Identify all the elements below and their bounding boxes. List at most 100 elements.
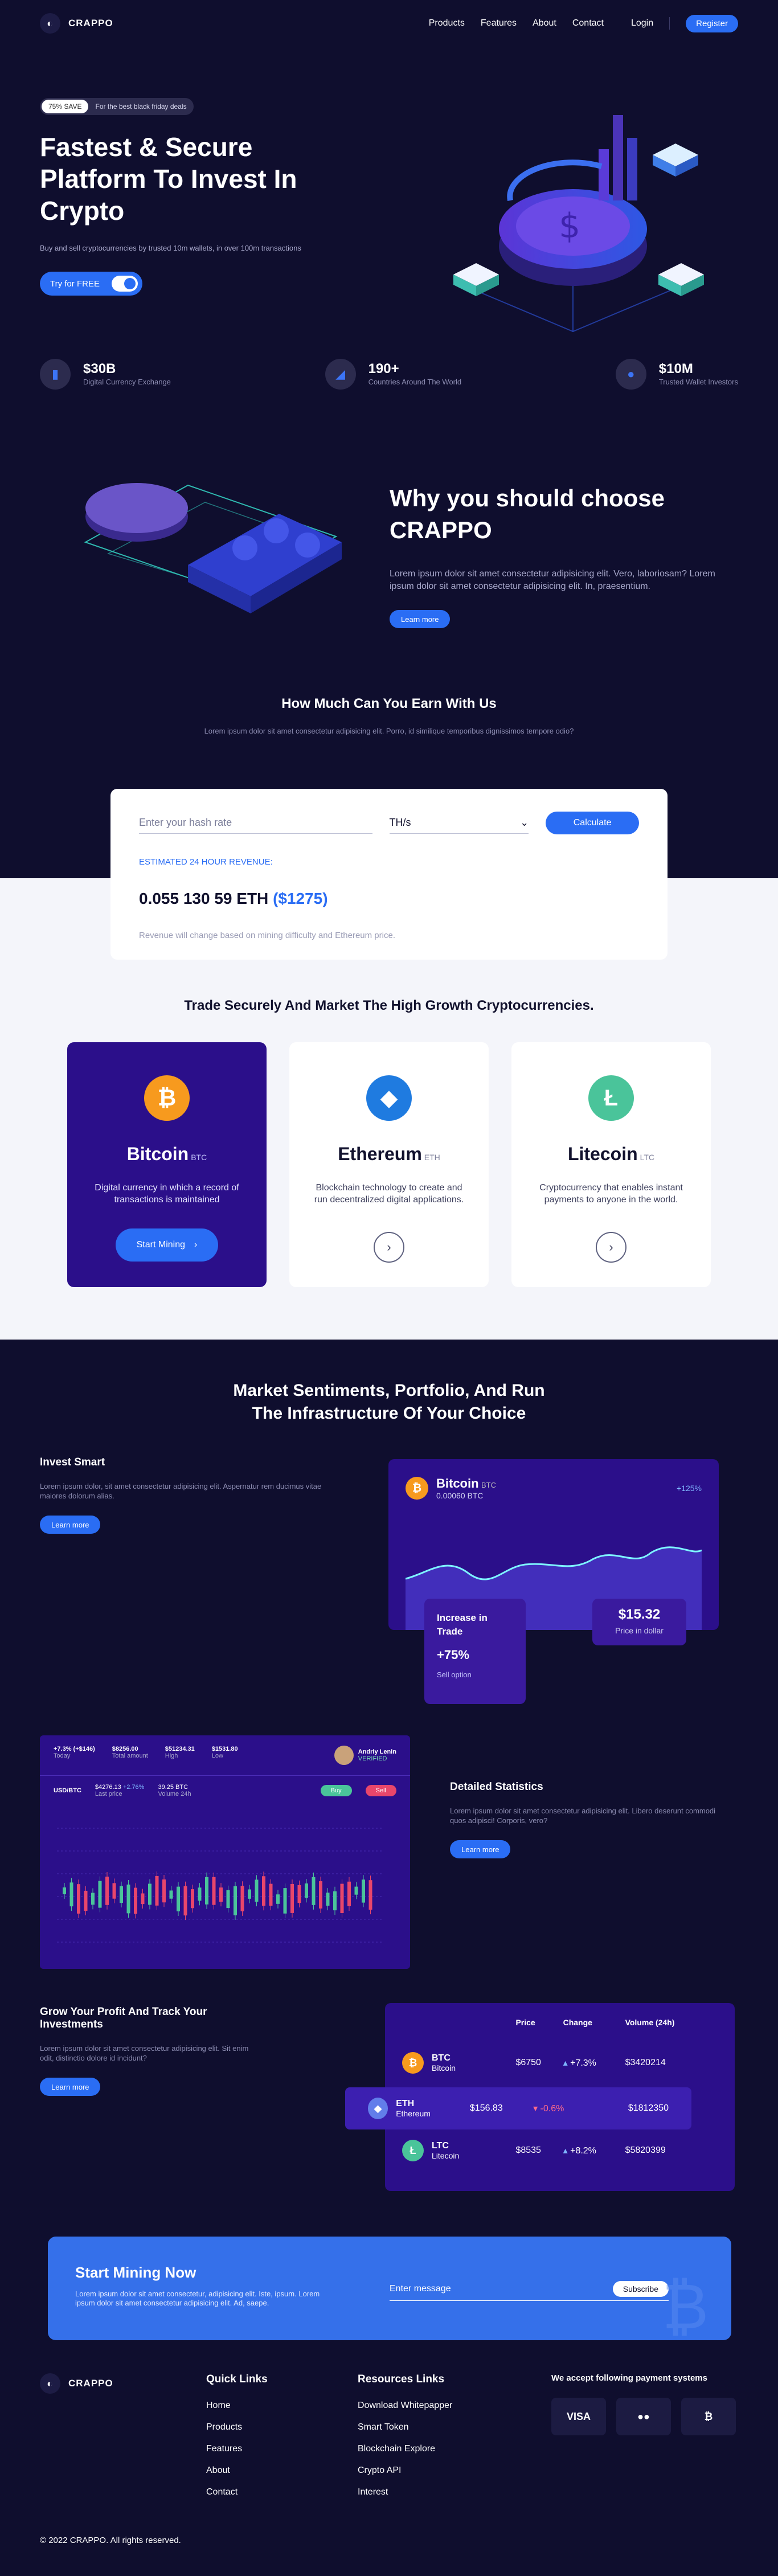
candlestick-chart: [57, 1828, 382, 1943]
login-link[interactable]: Login: [631, 18, 653, 28]
invest-learn-more-button[interactable]: Learn more: [40, 1516, 101, 1534]
candle: [262, 1876, 265, 1906]
arrow-right-icon[interactable]: ›: [374, 1232, 404, 1263]
calc-title: How Much Can You Earn With Us: [281, 696, 497, 711]
cta-text: Lorem ipsum dolor sit amet consectetur, …: [75, 2290, 320, 2307]
candle: [212, 1877, 216, 1905]
footer-link[interactable]: Download Whitepapper: [358, 2401, 452, 2411]
hash-rate-input[interactable]: Enter your hash rate: [139, 812, 372, 834]
invest-title: Invest Smart: [40, 1456, 105, 1468]
dash-low-label: Low: [211, 1752, 223, 1759]
card-desc: Blockchain technology to create and run …: [314, 1183, 464, 1205]
panel-amount: 0.00060 BTC: [436, 1491, 484, 1500]
candle: [177, 1886, 180, 1911]
nav-contact[interactable]: Contact: [572, 18, 604, 28]
footer-link[interactable]: Crypto API: [358, 2466, 452, 2476]
footer-link[interactable]: Blockchain Explore: [358, 2444, 452, 2454]
table-row[interactable]: ₿ BTC Bitcoin $6750 ▴ +7.3% $3420214: [402, 2041, 718, 2085]
dash-last-change: +2.76%: [122, 1784, 145, 1791]
footer-link[interactable]: Contact: [206, 2487, 268, 2497]
globe-icon: ◢: [325, 359, 356, 390]
user-icon: ●: [615, 359, 646, 390]
svg-text:$: $: [559, 206, 580, 246]
dash-total-label: Total amount: [112, 1752, 148, 1759]
candle: [105, 1877, 109, 1905]
stat-value: $30B: [83, 361, 116, 376]
try-free-button[interactable]: Try for FREE: [40, 272, 142, 296]
grow-learn-more-button[interactable]: Learn more: [40, 2078, 101, 2096]
mastercard-icon: ●●: [616, 2398, 671, 2435]
table-row-highlighted[interactable]: ◆ ETH Ethereum $156.83 ▾ -0.6% $1812350: [345, 2087, 691, 2129]
footer-link[interactable]: Products: [206, 2422, 268, 2432]
stats-learn-more-button[interactable]: Learn more: [450, 1840, 511, 1858]
visa-icon: VISA: [551, 2398, 606, 2435]
ethereum-icon: ◆: [368, 2098, 388, 2119]
stat-label: Trusted Wallet Investors: [658, 378, 738, 386]
candle: [234, 1886, 237, 1915]
footer-link[interactable]: Smart Token: [358, 2422, 452, 2432]
footer-logo[interactable]: ◐ CRAPPO: [40, 2373, 113, 2394]
why-section: Why you should choose CRAPPO Lorem ipsum…: [0, 411, 778, 685]
card-code: LTC: [640, 1153, 655, 1162]
nav-about[interactable]: About: [533, 18, 556, 28]
arrow-right-icon[interactable]: ›: [596, 1232, 627, 1263]
nav-products[interactable]: Products: [429, 18, 465, 28]
candle: [120, 1886, 123, 1903]
register-button[interactable]: Register: [686, 14, 738, 32]
bitcoin-card[interactable]: ₿ Bitcoin BTC Digital currency in which a…: [67, 1042, 267, 1287]
footer-link[interactable]: Interest: [358, 2487, 452, 2497]
unit-select[interactable]: TH/s ⌄: [389, 812, 529, 834]
row-price: $156.83: [469, 2103, 503, 2113]
table-row[interactable]: Ł LTC Litecoin $8535 ▴ +8.2% $5820399: [402, 2128, 718, 2173]
why-learn-more-button[interactable]: Learn more: [390, 610, 451, 628]
bitcoin-pay-icon: ₿: [681, 2398, 736, 2435]
row-name: Litecoin: [432, 2151, 460, 2160]
stats-text: Lorem ipsum dolor sit amet consectetur a…: [450, 1807, 716, 1825]
dash-volume-label: Volume 24h: [158, 1791, 191, 1797]
footer-link[interactable]: Features: [206, 2444, 268, 2454]
candle: [276, 1894, 280, 1904]
calculate-button[interactable]: Calculate: [546, 812, 639, 834]
candle: [362, 1879, 365, 1903]
stat-item: ◢ 190+ Countries Around The World: [325, 359, 462, 390]
ethereum-icon: ◆: [366, 1075, 412, 1121]
buy-button[interactable]: Buy: [320, 1785, 352, 1796]
candle: [148, 1883, 151, 1905]
start-mining-button[interactable]: Start Mining ›: [116, 1228, 218, 1262]
increase-sub: Sell option: [437, 1670, 472, 1679]
candle: [126, 1884, 130, 1914]
revenue-eth: 0.055 130 59 ETH: [139, 890, 269, 907]
footer-link[interactable]: Home: [206, 2401, 268, 2411]
litecoin-card[interactable]: Ł Litecoin LTC Cryptocurrency that enable…: [511, 1042, 711, 1287]
message-input[interactable]: Enter message Subscribe: [390, 2278, 669, 2301]
promo-pill: 75% SAVE: [42, 100, 89, 113]
chevron-right-icon: ›: [194, 1240, 198, 1250]
candle: [354, 1886, 358, 1895]
dash-user: Andriy Lenin: [358, 1748, 396, 1755]
logo[interactable]: ◐ CRAPPO: [40, 13, 113, 34]
unit-value: TH/s: [389, 817, 411, 828]
sell-button[interactable]: Sell: [365, 1785, 396, 1796]
row-change: -0.6%: [540, 2104, 564, 2114]
stat-label: Digital Currency Exchange: [83, 378, 171, 386]
nav-features[interactable]: Features: [481, 18, 517, 28]
subscribe-button[interactable]: Subscribe: [612, 2281, 669, 2297]
footer-link[interactable]: About: [206, 2466, 268, 2476]
row-change: +7.3%: [570, 2058, 596, 2068]
candle: [283, 1888, 287, 1914]
revenue-note: Revenue will change based on mining diff…: [139, 931, 395, 940]
invest-smart-block: Invest Smart Lorem ipsum dolor, sit amet…: [40, 1456, 347, 1534]
stat-label: Countries Around The World: [368, 378, 462, 386]
row-price: $6750: [515, 2058, 541, 2067]
footer-brand: CRAPPO: [68, 2378, 113, 2389]
increase-value: +75%: [437, 1648, 469, 1662]
row-price: $8535: [515, 2145, 541, 2155]
ethereum-card[interactable]: ◆ Ethereum ETH Blockchain technology to c…: [289, 1042, 489, 1287]
panel-coin-code: BTC: [481, 1481, 497, 1489]
candle: [240, 1886, 244, 1911]
candle: [63, 1887, 66, 1894]
dash-user-sub: VERIFIED: [358, 1755, 387, 1762]
candle: [91, 1893, 95, 1905]
candle: [319, 1881, 322, 1909]
dash-change-label: Today: [54, 1752, 71, 1759]
